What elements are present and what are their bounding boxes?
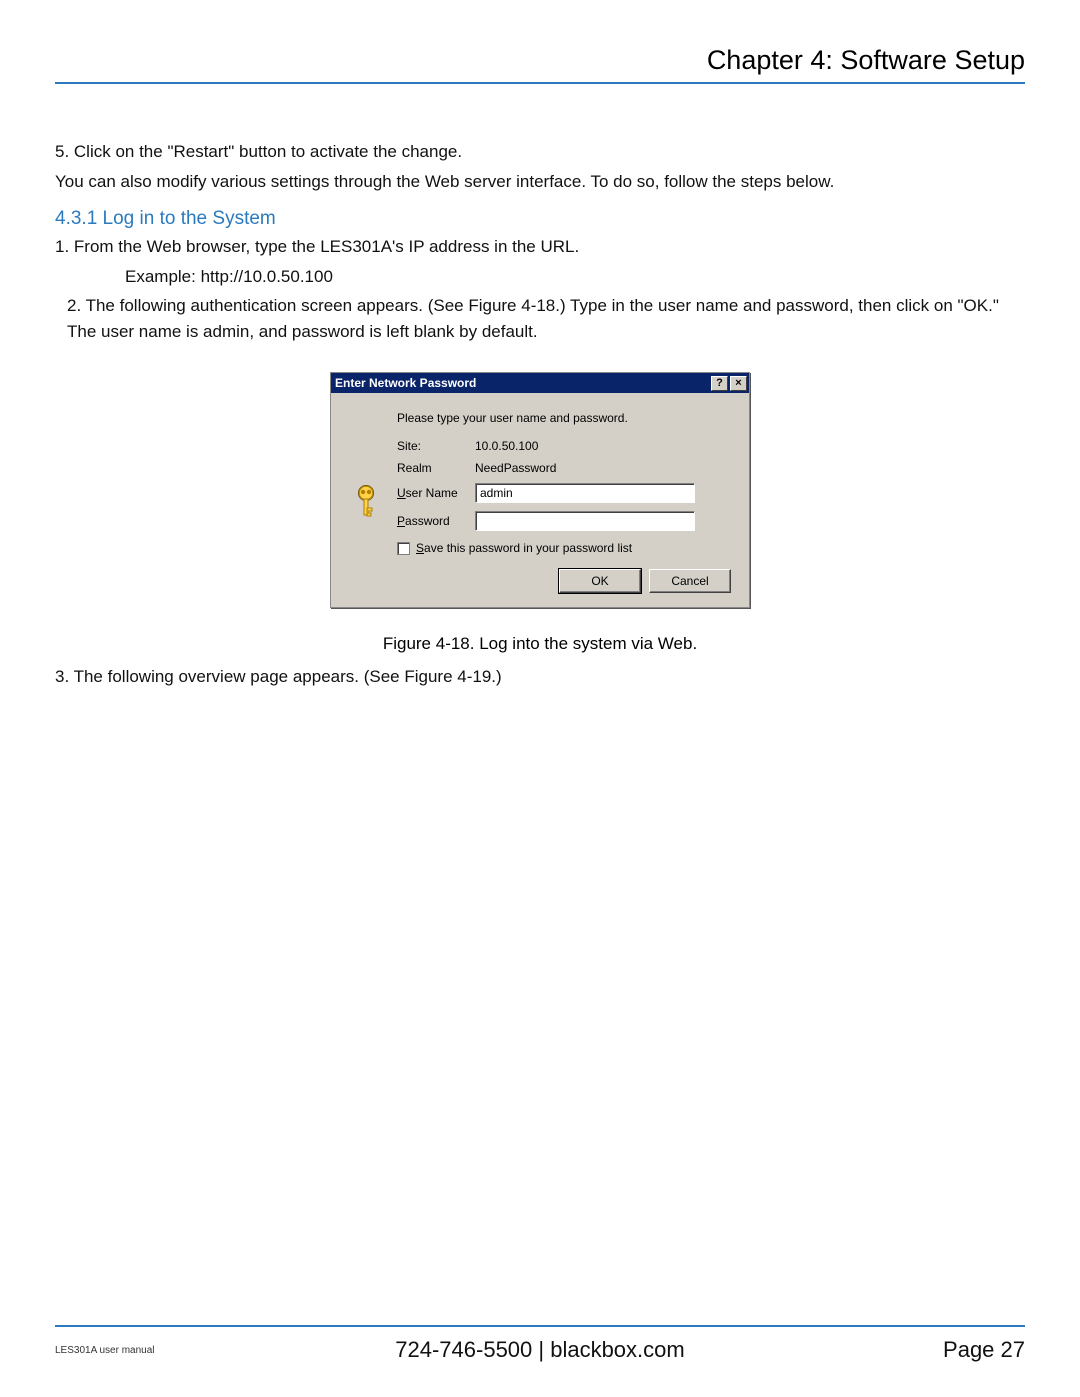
close-icon[interactable]: × [730,376,747,391]
manual-page: Chapter 4: Software Setup 5. Click on th… [0,0,1080,1397]
dialog-body: Please type your user name and password.… [331,393,749,607]
step-2: 2. The following authentication screen a… [55,293,1025,344]
step-5: 5. Click on the "Restart" button to acti… [55,139,1025,165]
save-password-label: Save this password in your password list [416,541,632,555]
page-footer: LES301A user manual 724-746-5500 | black… [55,1325,1025,1363]
ok-button[interactable]: OK [559,569,641,593]
figure-container: Enter Network Password ? × [55,372,1025,654]
paragraph-modify: You can also modify various settings thr… [55,169,1025,195]
password-input[interactable] [475,511,695,531]
cancel-button[interactable]: Cancel [649,569,731,593]
key-icon [349,484,391,520]
figure-caption: Figure 4-18. Log into the system via Web… [55,634,1025,654]
chapter-title: Chapter 4: Software Setup [55,45,1025,84]
site-value: 10.0.50.100 [475,439,538,453]
save-password-checkbox[interactable] [397,542,410,555]
step-1: 1. From the Web browser, type the LES301… [55,234,1025,260]
dialog-title: Enter Network Password [335,376,709,390]
realm-value: NeedPassword [475,461,556,475]
footer-contact: 724-746-5500 | blackbox.com [298,1337,783,1363]
footer-manual-name: LES301A user manual [55,1345,298,1356]
auth-dialog: Enter Network Password ? × [330,372,750,608]
site-label: Site: [397,439,475,453]
realm-label: Realm [397,461,475,475]
help-icon[interactable]: ? [711,376,728,391]
username-input[interactable] [475,483,695,503]
username-label: User Name [397,486,475,500]
password-label: Password [397,514,475,528]
dialog-instruction: Please type your user name and password. [397,411,731,425]
step-3: 3. The following overview page appears. … [55,664,1025,690]
example-url: Example: http://10.0.50.100 [55,264,1025,290]
section-heading: 4.3.1 Log in to the System [55,208,1025,230]
dialog-titlebar: Enter Network Password ? × [331,373,749,393]
footer-page-number: Page 27 [783,1337,1026,1363]
